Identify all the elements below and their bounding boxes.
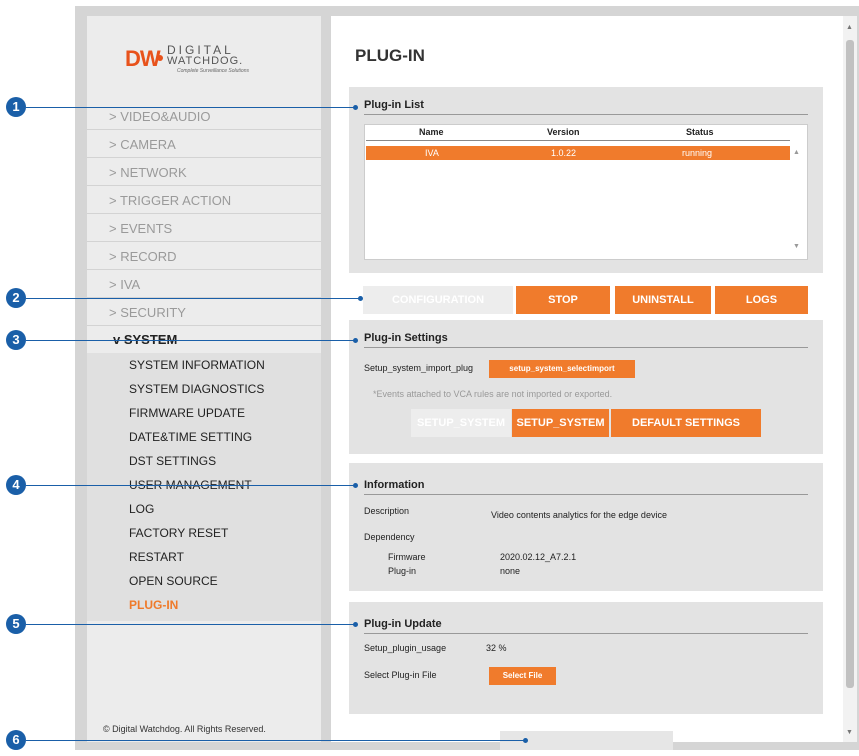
plugin-update-title: Plug-in Update [364, 618, 442, 630]
cell-name: IVA [425, 148, 439, 158]
submenu-item-date-time-setting[interactable]: DATE&TIME SETTING [129, 425, 252, 449]
logo-dot-icon [157, 55, 163, 61]
firmware-value: 2020.02.12_A7.2.1 [500, 552, 577, 562]
callout-3-dot [353, 338, 358, 343]
dependency-plugin-label: Plug-in [388, 566, 417, 576]
description-label: Description [364, 506, 410, 516]
select-file-button[interactable]: Select File [489, 667, 556, 685]
callout-4-line [26, 485, 356, 486]
section-divider [364, 114, 808, 115]
cell-version: 1.0.22 [551, 148, 577, 158]
table-scroll-up-icon[interactable]: ▲ [793, 149, 800, 156]
callout-6-dot [523, 738, 528, 743]
callout-6-line [26, 740, 526, 741]
firmware-label: Firmware [388, 552, 426, 562]
submenu-item-dst-settings[interactable]: DST SETTINGS [129, 449, 216, 473]
callout-1-dot [353, 105, 358, 110]
submenu-item-system-diagnostics[interactable]: SYSTEM DIAGNOSTICS [129, 377, 264, 401]
section-divider [364, 347, 808, 348]
callout-3-line [26, 340, 356, 341]
select-plugin-file-label: Select Plug-in File [364, 670, 437, 680]
callout-5-line [26, 624, 356, 625]
submenu-item-open-source[interactable]: OPEN SOURCE [129, 569, 218, 593]
import-plugin-label: Setup_system_import_plug [364, 363, 474, 373]
callout-4-dot [353, 483, 358, 488]
scroll-down-icon[interactable]: ▼ [846, 729, 853, 736]
section-divider [364, 633, 808, 634]
description-value: Video contents analytics for the edge de… [491, 510, 667, 520]
import-note: *Events attached to VCA rules are not im… [373, 389, 613, 399]
logo-tagline: Complete Surveillance Solutions [177, 68, 249, 74]
uninstall-button[interactable]: UNINSTALL [615, 286, 711, 314]
callout-2-badge: 2 [6, 288, 26, 308]
plugin-usage-value: 32 % [486, 643, 507, 653]
callout-1-line [26, 107, 356, 108]
select-import-button[interactable]: setup_system_selectimport [489, 360, 635, 378]
plugin-table [364, 124, 808, 260]
column-header-status: Status [686, 127, 714, 137]
setup-system-button-2[interactable]: SETUP_SYSTEM [512, 409, 609, 437]
submenu-item-factory-reset[interactable]: FACTORY RESET [129, 521, 228, 545]
column-header-name: Name [419, 127, 444, 137]
sidebar-item-record[interactable]: > RECORD [87, 243, 321, 270]
submenu-item-firmware-update[interactable]: FIRMWARE UPDATE [129, 401, 245, 425]
section-divider [364, 494, 808, 495]
sidebar-item-camera[interactable]: > CAMERA [87, 131, 321, 158]
sidebar-item-events[interactable]: > EVENTS [87, 215, 321, 242]
dependency-label: Dependency [364, 532, 415, 542]
callout-3-badge: 3 [6, 330, 26, 350]
table-scroll-down-icon[interactable]: ▼ [793, 243, 800, 250]
scroll-thumb[interactable] [846, 40, 854, 688]
brand-logo: DW DIGITAL WATCHDOG. Complete Surveillan… [125, 40, 285, 74]
logs-button[interactable]: LOGS [715, 286, 808, 314]
information-title: Information [364, 479, 425, 491]
callout-6-badge: 6 [6, 730, 26, 750]
submenu-item-log[interactable]: LOG [129, 497, 154, 521]
dependency-plugin-value: none [500, 566, 521, 576]
scroll-up-icon[interactable]: ▲ [846, 24, 853, 31]
sidebar-item-iva[interactable]: > IVA [87, 271, 321, 298]
callout-5-dot [353, 622, 358, 627]
callout-2-line [26, 298, 361, 299]
setup-system-button-1[interactable]: SETUP_SYSTEM [411, 409, 511, 437]
logo-line2: WATCHDOG. [167, 55, 244, 67]
plugin-settings-title: Plug-in Settings [364, 332, 448, 344]
submenu-item-system-information[interactable]: SYSTEM INFORMATION [129, 353, 265, 377]
column-header-version: Version [547, 127, 580, 137]
copyright-text: © Digital Watchdog. All Rights Reserved. [103, 724, 266, 734]
stop-button[interactable]: STOP [516, 286, 610, 314]
logo-mark: DW [125, 46, 161, 71]
page-title: PLUG-IN [355, 46, 425, 65]
cell-status: running [682, 148, 713, 158]
configuration-button[interactable]: CONFIGURATION [363, 286, 513, 314]
table-header-divider [366, 140, 790, 141]
submenu-item-restart[interactable]: RESTART [129, 545, 184, 569]
callout-4-badge: 4 [6, 475, 26, 495]
callout-2-dot [358, 296, 363, 301]
callout-5-badge: 5 [6, 614, 26, 634]
sidebar-item-network[interactable]: > NETWORK [87, 159, 321, 186]
sidebar-item-trigger-action[interactable]: > TRIGGER ACTION [87, 187, 321, 214]
plugin-list-title: Plug-in List [364, 99, 424, 111]
callout-1-badge: 1 [6, 97, 26, 117]
sidebar-item-security[interactable]: > SECURITY [87, 299, 321, 326]
submenu-item-plug-in[interactable]: PLUG-IN [129, 593, 178, 617]
default-settings-button[interactable]: DEFAULT SETTINGS [611, 409, 761, 437]
plugin-usage-label: Setup_plugin_usage [364, 643, 447, 653]
